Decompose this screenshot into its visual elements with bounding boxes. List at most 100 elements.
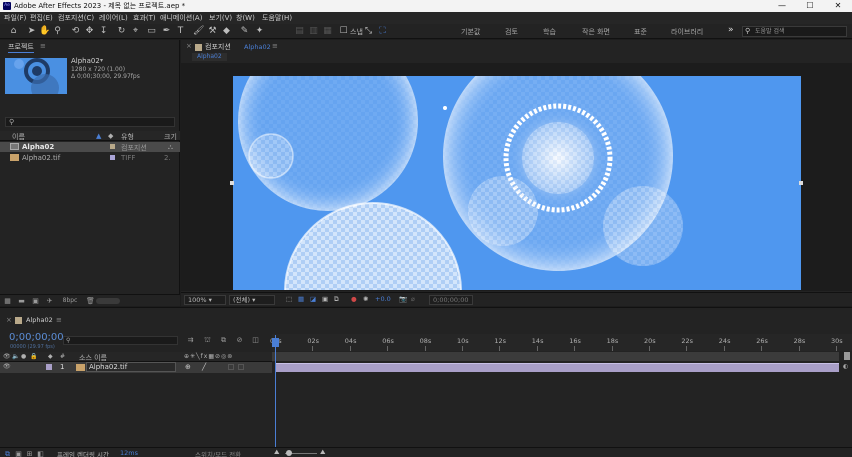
sort-ascending-icon[interactable]: ▲ <box>96 132 101 140</box>
workspace-review[interactable]: 검토 <box>505 27 518 37</box>
col-size[interactable]: 크기 <box>164 132 177 142</box>
toggle-transfer-controls-icon[interactable]: ▣ <box>14 450 23 457</box>
resolution-dropdown[interactable]: (전체) ▾ <box>229 295 275 305</box>
menu-composition[interactable]: 컴포지션(C) <box>58 13 94 23</box>
layer-row[interactable]: 👁 1 Alpha02.tif ⊕ ╱ <box>0 362 272 373</box>
home-icon[interactable]: ⌂ <box>8 26 19 37</box>
adjust-project-icon[interactable]: ✈ <box>45 297 54 305</box>
comp-marker-icon[interactable]: ◐ <box>843 363 848 370</box>
comp-button-icon[interactable] <box>844 352 850 360</box>
hand-tool-icon[interactable]: ✋ <box>39 26 50 37</box>
project-row-footage[interactable]: Alpha02.tif TIFF 2. <box>0 153 180 163</box>
timeline-graph-area[interactable]: 00s02s04s06s08s10s12s14s16s18s20s22s24s2… <box>270 308 852 457</box>
composition-tab-menu-icon[interactable]: ≡ <box>272 42 278 50</box>
time-ruler[interactable]: 00s02s04s06s08s10s12s14s16s18s20s22s24s2… <box>270 334 852 351</box>
close-tab-icon[interactable]: × <box>6 316 12 324</box>
col-type[interactable]: 유형 <box>121 132 134 142</box>
snap-magnet-icon[interactable]: ⤡ <box>363 26 374 37</box>
workspace-libraries[interactable]: 라이브러리 <box>671 27 703 37</box>
item-name-dropdown-icon[interactable]: ▾ <box>100 57 103 64</box>
project-tab[interactable]: 프로젝트 <box>8 42 34 53</box>
bpc-button[interactable]: 8bpc <box>60 297 80 305</box>
composition-tab-name[interactable]: Alpha02 <box>244 43 271 51</box>
align-left-icon[interactable]: ▤ <box>294 26 305 37</box>
label-color-swatch[interactable] <box>110 144 115 149</box>
composition-canvas[interactable] <box>233 76 801 290</box>
region-of-interest-icon[interactable]: ⬚ <box>286 295 292 303</box>
snap-label[interactable]: 스냅 <box>350 27 363 37</box>
close-tab-icon[interactable]: × <box>186 42 192 50</box>
thumbnail-size-slider[interactable] <box>96 298 120 304</box>
anchor-tool-icon[interactable]: ⌖ <box>130 26 141 37</box>
zoom-dropdown[interactable]: 100% ▾ <box>184 295 226 305</box>
workspace-standard[interactable]: 표준 <box>634 27 647 37</box>
workspace-default[interactable]: 기본값 <box>461 27 480 37</box>
current-time-indicator[interactable] <box>275 335 276 450</box>
puppet-tool-icon[interactable]: ✦ <box>254 26 265 37</box>
canvas-handle-right[interactable] <box>799 181 803 185</box>
project-row-comp[interactable]: Alpha02 컴포지션 ⛬ <box>0 142 180 152</box>
composition-timecode[interactable]: 0;00;00;00 <box>429 295 473 305</box>
composition-lock-icon[interactable] <box>195 44 202 51</box>
brush-tool-icon[interactable]: 🖌 <box>193 26 204 37</box>
new-folder-icon[interactable]: ▬ <box>17 297 26 305</box>
flowchart-icon[interactable]: ⛬ <box>168 143 173 152</box>
menu-file[interactable]: 파일(F) <box>4 13 26 23</box>
snap-options-icon[interactable]: ⛶ <box>377 26 388 37</box>
layer-name[interactable]: Alpha02.tif <box>89 363 127 371</box>
col-name[interactable]: 이름 <box>12 132 25 142</box>
switch-box[interactable] <box>238 364 244 370</box>
graph-editor-icon[interactable]: ◫ <box>251 336 260 344</box>
menu-effect[interactable]: 효과(T) <box>133 13 156 23</box>
menu-window[interactable]: 창(W) <box>236 13 255 23</box>
workspace-small-screen[interactable]: 작은 화면 <box>582 27 610 37</box>
video-eye-icon[interactable]: 👁 <box>3 353 11 360</box>
audio-icon[interactable]: 🔈 <box>12 353 19 360</box>
label-column-icon[interactable]: ◆ <box>48 353 53 360</box>
snap-checkbox-icon[interactable]: ☐ <box>338 26 349 37</box>
type-tool-icon[interactable]: T <box>175 26 186 37</box>
label-tag-icon[interactable]: ◆ <box>108 132 113 140</box>
close-button[interactable]: ✕ <box>824 0 852 12</box>
transparency-grid-icon[interactable]: ▦ <box>298 295 304 303</box>
timeline-zoom-handle[interactable] <box>286 450 292 456</box>
show-snapshot-icon[interactable]: ⌀ <box>411 295 415 303</box>
motion-blur-icon[interactable]: ⊘ <box>235 336 244 344</box>
project-search-input[interactable]: ⚲ <box>5 117 175 127</box>
zoom-in-icon[interactable]: ⛰ <box>320 448 325 457</box>
timeline-timecode[interactable]: 0;00;00;00 <box>9 332 64 343</box>
maximize-button[interactable]: ☐ <box>796 0 824 12</box>
layer-duration-bar[interactable] <box>275 363 839 372</box>
menu-help[interactable]: 도움말(H) <box>262 13 292 23</box>
switch-box[interactable] <box>228 364 234 370</box>
menu-layer[interactable]: 레이어(L) <box>99 13 128 23</box>
exposure-value[interactable]: +0.0 <box>375 295 391 303</box>
project-tab-menu-icon[interactable]: ≡ <box>40 42 46 50</box>
lock-icon[interactable]: 🔒 <box>30 353 37 360</box>
pen-tool-icon[interactable]: ✒ <box>161 26 172 37</box>
snapshot-camera-icon[interactable]: 📷 <box>399 295 407 303</box>
delete-trash-icon[interactable]: 🗑 <box>86 297 95 305</box>
toggle-in-out-icon[interactable]: ⊞ <box>25 450 34 457</box>
grid-guides-icon[interactable]: ▣ <box>322 295 328 303</box>
quality-switch-icon[interactable]: ╱ <box>202 363 206 371</box>
color-management-icon[interactable]: ✺ <box>363 295 368 303</box>
menu-view[interactable]: 보기(V) <box>209 13 232 23</box>
composition-viewer[interactable] <box>181 63 852 291</box>
hide-shy-layers-icon[interactable]: ⧉ <box>219 336 228 344</box>
comp-mini-flowchart-icon[interactable]: ⇉ <box>186 336 195 344</box>
interpret-footage-icon[interactable]: ▦ <box>3 297 12 305</box>
canvas-handle-left[interactable] <box>230 181 234 185</box>
draft-3d-icon[interactable]: ⛫ <box>203 336 212 344</box>
label-color-swatch[interactable] <box>110 155 115 160</box>
selection-tool-icon[interactable]: ➤ <box>26 26 37 37</box>
menu-animation[interactable]: 애니메이션(A) <box>160 13 202 23</box>
new-composition-icon[interactable]: ▣ <box>31 297 40 305</box>
timeline-search-input[interactable]: ⚲ <box>63 336 178 345</box>
timeline-tab-menu-icon[interactable]: ≡ <box>56 316 62 324</box>
pan-camera-icon[interactable]: ✥ <box>84 26 95 37</box>
toggle-layer-switches-icon[interactable]: ⧉ <box>3 450 12 457</box>
workspace-learn[interactable]: 학습 <box>543 27 556 37</box>
align-right-icon[interactable]: ▦ <box>322 26 333 37</box>
rotation-tool-icon[interactable]: ↻ <box>116 26 127 37</box>
